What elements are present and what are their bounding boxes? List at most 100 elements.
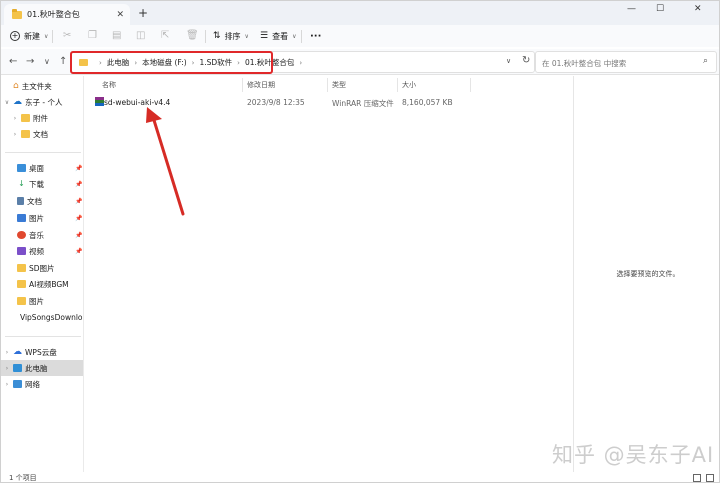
copy-icon[interactable]: ❐	[88, 31, 97, 41]
sidebar-item-ai-video-bgm[interactable]: AI视频BGM	[1, 276, 83, 292]
tab-label: 01.秋叶整合包	[27, 10, 80, 19]
address-dropdown-icon[interactable]: ∨	[506, 57, 511, 65]
pin-icon[interactable]: 📌	[75, 232, 82, 239]
sidebar-item-label: 音乐	[29, 230, 44, 240]
sidebar-item-home[interactable]: ⌂ 主文件夹	[1, 78, 83, 94]
details-view-icon[interactable]	[693, 474, 701, 482]
tiles-view-icon[interactable]	[706, 474, 714, 482]
share-icon[interactable]: ⇱	[161, 31, 169, 41]
chevron-down-icon: ∨	[244, 32, 249, 40]
view-list-icon: ☰	[260, 30, 269, 41]
item-count: 1 个项目	[9, 474, 37, 482]
pin-icon[interactable]: 📌	[75, 248, 82, 255]
minimize-button[interactable]: —	[627, 4, 636, 14]
column-header-type[interactable]: 类型	[332, 80, 346, 90]
desktop-icon	[17, 164, 26, 172]
download-icon: ↓	[18, 179, 25, 188]
file-name: sd-webui-aki-v4.4	[104, 98, 171, 107]
sort-button[interactable]: ⇅ 排序 ∨	[213, 31, 249, 42]
search-icon: ⌕	[702, 56, 708, 66]
file-list: 名称 修改日期 类型 大小 sd-webui-aki-v4.4 2023/9/8…	[85, 76, 573, 472]
title-bar: 01.秋叶整合包 ✕ + — ☐ ✕	[1, 1, 719, 25]
folder-icon	[17, 264, 26, 272]
sidebar-item-desktop[interactable]: 桌面 📌	[1, 160, 83, 176]
column-header-modified[interactable]: 修改日期	[247, 80, 275, 90]
sidebar-item-label: AI视频BGM	[29, 279, 69, 289]
chevron-right-icon[interactable]: ›	[1, 365, 13, 372]
sidebar-item-sd-pictures[interactable]: SD图片	[1, 260, 83, 276]
sidebar-item-label: SD图片	[29, 263, 55, 273]
search-input[interactable]: 在 01.秋叶整合包 中搜索 ⌕	[535, 51, 717, 73]
file-explorer-window: 01.秋叶整合包 ✕ + — ☐ ✕ + 新建 ∨ ✂ ❐ ▤ ◫ ⇱ 🗑 ⇅ …	[0, 0, 720, 483]
refresh-icon[interactable]: ↻	[522, 55, 530, 66]
sidebar-item-images[interactable]: 图片	[1, 293, 83, 309]
sidebar-item-label: 图片	[29, 296, 44, 306]
folder-icon	[21, 130, 30, 138]
column-divider[interactable]	[242, 78, 243, 92]
sidebar-item-network[interactable]: › 网络	[1, 376, 83, 392]
sidebar-item-label: WPS云盘	[25, 347, 57, 357]
column-header-size[interactable]: 大小	[402, 80, 416, 90]
forward-arrow-icon[interactable]: →	[26, 56, 34, 67]
up-arrow-icon[interactable]: ↑	[59, 56, 67, 67]
preview-message: 选择要预览的文件。	[616, 270, 680, 278]
view-button[interactable]: ☰ 查看 ∨	[260, 31, 296, 42]
column-divider[interactable]	[327, 78, 328, 92]
column-divider[interactable]	[397, 78, 398, 92]
delete-icon[interactable]: 🗑	[186, 31, 199, 41]
chevron-right-icon[interactable]: ›	[9, 115, 21, 122]
column-header-name[interactable]: 名称	[102, 80, 116, 90]
divider	[205, 29, 206, 43]
sidebar-item-wps-cloud[interactable]: › ☁ WPS云盘	[1, 344, 83, 360]
chevron-right-icon[interactable]: ›	[1, 349, 13, 356]
more-options-icon[interactable]: ···	[310, 31, 321, 42]
chevron-down-icon[interactable]: ∨	[1, 99, 13, 106]
close-window-button[interactable]: ✕	[694, 4, 702, 14]
folder-icon	[21, 114, 30, 122]
sidebar-item-vipsongs[interactable]: VipSongsDownload	[1, 309, 83, 325]
cut-icon[interactable]: ✂	[63, 31, 71, 41]
paste-icon[interactable]: ▤	[112, 31, 121, 41]
new-tab-button[interactable]: +	[138, 6, 148, 20]
music-icon	[17, 231, 26, 239]
new-button[interactable]: + 新建 ∨	[10, 31, 48, 42]
back-arrow-icon[interactable]: ←	[9, 56, 17, 67]
sidebar-item-label: 网络	[25, 379, 40, 389]
sidebar-item-videos[interactable]: 视频 📌	[1, 243, 83, 259]
chevron-right-icon[interactable]: ›	[1, 381, 13, 388]
recent-chevron-icon[interactable]: ∨	[44, 57, 50, 66]
sidebar-item-label: 桌面	[29, 163, 44, 173]
pin-icon[interactable]: 📌	[75, 165, 82, 172]
sidebar-item-label: 视频	[29, 246, 44, 256]
picture-icon	[17, 214, 26, 222]
network-icon	[13, 380, 22, 388]
sidebar-item-music[interactable]: 音乐 📌	[1, 227, 83, 243]
sidebar-item-label: 东子 - 个人	[25, 97, 63, 107]
divider	[301, 29, 302, 43]
chevron-right-icon[interactable]: ›	[9, 131, 21, 138]
watermark: 知乎 @吴东子AI	[552, 443, 715, 467]
breadcrumb-highlight-box	[70, 51, 273, 74]
sidebar-item-downloads[interactable]: ↓ 下载 📌	[1, 176, 83, 192]
maximize-button[interactable]: ☐	[656, 4, 664, 14]
computer-icon	[13, 364, 22, 372]
file-type: WinRAR 压缩文件	[332, 99, 394, 108]
sidebar-item-pictures[interactable]: 图片 📌	[1, 210, 83, 226]
sidebar-item-attachments[interactable]: › 附件	[1, 110, 83, 126]
navigation-pane: ⌂ 主文件夹 ∨ ☁ 东子 - 个人 › 附件 › 文档 桌面 📌 ↓ 下载 📌	[1, 76, 84, 472]
tab-folder[interactable]: 01.秋叶整合包 ✕	[4, 4, 130, 25]
sidebar-item-this-pc[interactable]: › 此电脑	[1, 360, 83, 376]
pin-icon[interactable]: 📌	[75, 181, 82, 188]
pin-icon[interactable]: 📌	[75, 215, 82, 222]
table-row[interactable]: sd-webui-aki-v4.4 2023/9/8 12:35 WinRAR …	[89, 94, 555, 110]
rename-icon[interactable]: ◫	[136, 31, 145, 41]
tab-close-icon[interactable]: ✕	[116, 10, 124, 20]
document-icon	[17, 197, 24, 205]
pin-icon[interactable]: 📌	[75, 198, 82, 205]
sort-button-label: 排序	[224, 31, 241, 41]
sidebar-item-onedrive[interactable]: ∨ ☁ 东子 - 个人	[1, 94, 83, 110]
sidebar-item-documents[interactable]: 文档 📌	[1, 193, 83, 209]
column-divider[interactable]	[470, 78, 471, 92]
sidebar-item-label: 文档	[33, 129, 48, 139]
sidebar-item-documents-cloud[interactable]: › 文档	[1, 126, 83, 142]
